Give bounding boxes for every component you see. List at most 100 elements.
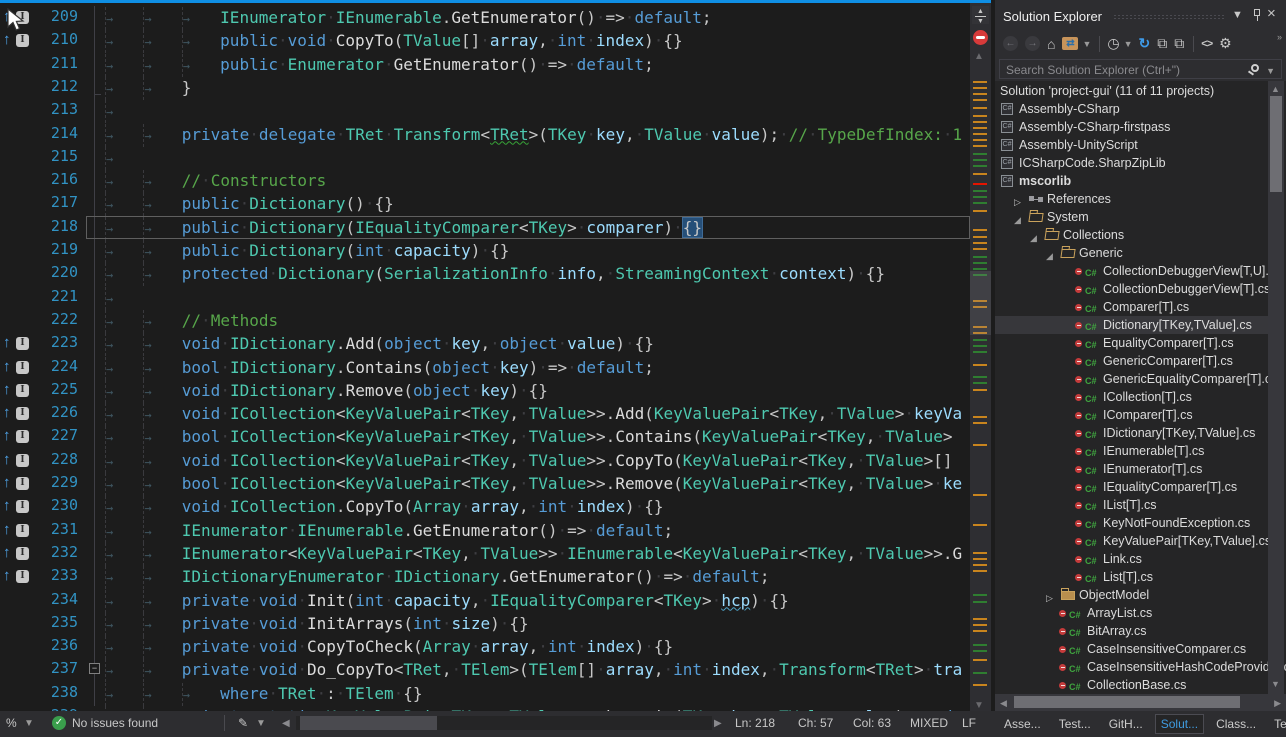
- editor-scrollbar-thumb[interactable]: [970, 271, 991, 335]
- collapse-all-icon[interactable]: ⧉: [1157, 35, 1167, 52]
- tree-scrollbar-thumb[interactable]: [1270, 96, 1282, 192]
- code-line-233[interactable]: ↑I233→→IDictionaryEnumerator·IDictionary…: [0, 565, 994, 588]
- code-line-235[interactable]: 235→→private·void·InitArrays(int·size)·{…: [0, 612, 994, 635]
- tree-item-file[interactable]: C#IEnumerator[T].cs: [995, 460, 1268, 478]
- code-line-237[interactable]: 237→→private·void·Do_CopyTo<TRet,·TElem>…: [0, 658, 994, 681]
- tree-item-file[interactable]: C#IEnumerable[T].cs: [995, 442, 1268, 460]
- code-line-210[interactable]: ↑I210→→→public·void·CopyTo(TValue[]·arra…: [0, 29, 994, 52]
- tree-item-folder-closed[interactable]: ▷ObjectModel: [995, 586, 1268, 604]
- inheritance-margin-icon[interactable]: ↑I: [2, 381, 36, 400]
- show-all-files-icon[interactable]: ⧉: [1174, 35, 1184, 52]
- search-options-caret-icon[interactable]: ▼: [1266, 66, 1275, 76]
- code-line-216[interactable]: 216→→//·Constructors: [0, 169, 994, 192]
- inheritance-margin-icon[interactable]: ↑I: [2, 544, 36, 563]
- tree-item-file[interactable]: C#KeyValuePair[TKey,TValue].cs: [995, 532, 1268, 550]
- tree-item-file[interactable]: C#CollectionBase.cs: [995, 676, 1268, 694]
- line-number[interactable]: 224: [36, 357, 78, 375]
- code-line-238[interactable]: 238→→→where·TRet·:·TElem·{}: [0, 682, 994, 705]
- properties-wrench-icon[interactable]: ⚙: [1219, 35, 1232, 52]
- tree-item-project[interactable]: C#Assembly-UnityScript: [995, 136, 1268, 154]
- tree-item-file[interactable]: C#KeyNotFoundException.cs: [995, 514, 1268, 532]
- pending-changes-filter-icon[interactable]: ◷: [1107, 35, 1119, 52]
- tool-window-tab[interactable]: Test...: [1053, 714, 1097, 734]
- tree-item-file[interactable]: C#CaseInsensitiveComparer.cs: [995, 640, 1268, 658]
- code-line-231[interactable]: ↑I231→→IEnumerator·IEnumerable.GetEnumer…: [0, 519, 994, 542]
- forward-icon[interactable]: →: [1025, 36, 1040, 51]
- tree-item-folder-open[interactable]: ◢Collections: [995, 226, 1268, 244]
- tree-vertical-scrollbar[interactable]: ▲ ▼: [1268, 81, 1284, 694]
- hscroll-left-arrow-icon[interactable]: ◀: [282, 718, 290, 729]
- line-number[interactable]: 212: [36, 77, 78, 95]
- tree-item-file[interactable]: C#CollectionDebuggerView[T,U].cs: [995, 262, 1268, 280]
- inheritance-margin-icon[interactable]: ↑I: [2, 474, 36, 493]
- split-editor-handle-icon[interactable]: ▲▼: [972, 6, 989, 24]
- back-icon[interactable]: ←: [1003, 36, 1018, 51]
- code-line-209[interactable]: ↑I209→→→IEnumerator·IEnumerable.GetEnume…: [0, 6, 994, 29]
- tree-item-file[interactable]: C#IComparer[T].cs: [995, 406, 1268, 424]
- tool-window-tab[interactable]: Class...: [1210, 714, 1262, 734]
- tree-item-folder-open[interactable]: ◢Generic: [995, 244, 1268, 262]
- tree-scroll-down-icon[interactable]: ▼: [1271, 679, 1280, 689]
- code-line-230[interactable]: ↑I230→→void·ICollection.CopyTo(Array·arr…: [0, 495, 994, 518]
- zoom-level-control[interactable]: %: [6, 716, 17, 730]
- tree-item-project[interactable]: C#Assembly-CSharp-firstpass: [995, 118, 1268, 136]
- code-line-223[interactable]: ↑I223→→void·IDictionary.Add(object·key,·…: [0, 332, 994, 355]
- code-line-221[interactable]: 221→: [0, 286, 994, 309]
- line-number[interactable]: 222: [36, 310, 78, 328]
- inheritance-margin-icon[interactable]: ↑I: [2, 567, 36, 586]
- tree-hscroll-right-icon[interactable]: ▶: [1274, 698, 1281, 709]
- code-cleanup-icon[interactable]: ✎: [238, 716, 248, 730]
- code-line-232[interactable]: ↑I232→→IEnumerator<KeyValuePair<TKey,·TV…: [0, 542, 994, 565]
- line-number[interactable]: 235: [36, 613, 78, 631]
- tree-item-file[interactable]: C#ICollection[T].cs: [995, 388, 1268, 406]
- line-number[interactable]: 233: [36, 566, 78, 584]
- line-number[interactable]: 213: [36, 100, 78, 118]
- code-editor[interactable]: ↑I209→→→IEnumerator·IEnumerable.GetEnume…: [0, 0, 994, 711]
- refresh-icon[interactable]: ↻: [1139, 35, 1151, 52]
- line-number[interactable]: 223: [36, 333, 78, 351]
- line-number[interactable]: 234: [36, 590, 78, 608]
- code-line-234[interactable]: 234→→private·void·Init(int·capacity,·IEq…: [0, 589, 994, 612]
- code-line-222[interactable]: 222→→//·Methods: [0, 309, 994, 332]
- code-line-228[interactable]: ↑I228→→void·ICollection<KeyValuePair<TKe…: [0, 449, 994, 472]
- tree-item-file[interactable]: C#Comparer[T].cs: [995, 298, 1268, 316]
- inheritance-margin-icon[interactable]: ↑I: [2, 404, 36, 423]
- window-position-chevron-icon[interactable]: ▼: [1232, 9, 1243, 21]
- tree-item-file[interactable]: C#EqualityComparer[T].cs: [995, 334, 1268, 352]
- inheritance-margin-icon[interactable]: ↑I: [2, 521, 36, 540]
- line-number[interactable]: 221: [36, 287, 78, 305]
- issues-status-text[interactable]: No issues found: [72, 716, 158, 730]
- tree-item-file[interactable]: C#ArrayList.cs: [995, 604, 1268, 622]
- editor-vertical-scrollbar[interactable]: ▲▼ ▲ ▼: [970, 3, 991, 711]
- collapse-region-icon[interactable]: −: [89, 663, 100, 674]
- tree-item-file[interactable]: C#CollectionDebuggerView[T].cs: [995, 280, 1268, 298]
- tree-item-project[interactable]: C#Assembly-CSharp: [995, 100, 1268, 118]
- view-code-icon[interactable]: <>: [1201, 38, 1212, 50]
- line-number[interactable]: 227: [36, 426, 78, 444]
- close-icon[interactable]: ×: [1267, 5, 1276, 22]
- tree-item-project[interactable]: C#ICSharpCode.SharpZipLib: [995, 154, 1268, 172]
- code-line-225[interactable]: ↑I225→→void·IDictionary.Remove(object·ke…: [0, 379, 994, 402]
- tree-item-file[interactable]: C#GenericEqualityComparer[T].cs: [995, 370, 1268, 388]
- line-number[interactable]: 217: [36, 193, 78, 211]
- sync-active-document-icon-dropdown-caret[interactable]: ▼: [1082, 39, 1091, 49]
- code-line-220[interactable]: 220→→protected·Dictionary(SerializationI…: [0, 262, 994, 285]
- tree-item-file[interactable]: C#IList[T].cs: [995, 496, 1268, 514]
- line-number[interactable]: 218: [36, 217, 78, 235]
- line-number[interactable]: 215: [36, 147, 78, 165]
- search-input[interactable]: Search Solution Explorer (Ctrl+") ▼: [999, 59, 1282, 79]
- tree-item-file[interactable]: C#BitArray.cs: [995, 622, 1268, 640]
- line-number[interactable]: 216: [36, 170, 78, 188]
- tree-item-file[interactable]: C#Link.cs: [995, 550, 1268, 568]
- editor-horizontal-scrollbar[interactable]: [296, 716, 712, 730]
- code-cleanup-caret-icon[interactable]: ▼: [256, 718, 266, 729]
- inheritance-margin-icon[interactable]: ↑I: [2, 334, 36, 353]
- tree-hscroll-left-icon[interactable]: ◀: [1000, 698, 1007, 709]
- tree-item-file[interactable]: C#GenericComparer[T].cs: [995, 352, 1268, 370]
- tool-window-tab[interactable]: Tea...: [1268, 714, 1286, 734]
- tool-window-tab[interactable]: Asse...: [998, 714, 1047, 734]
- line-number[interactable]: 225: [36, 380, 78, 398]
- tree-item-file[interactable]: C#Dictionary[TKey,TValue].cs: [995, 316, 1268, 334]
- inheritance-margin-icon[interactable]: ↑I: [2, 451, 36, 470]
- home-icon[interactable]: ⌂: [1047, 36, 1055, 52]
